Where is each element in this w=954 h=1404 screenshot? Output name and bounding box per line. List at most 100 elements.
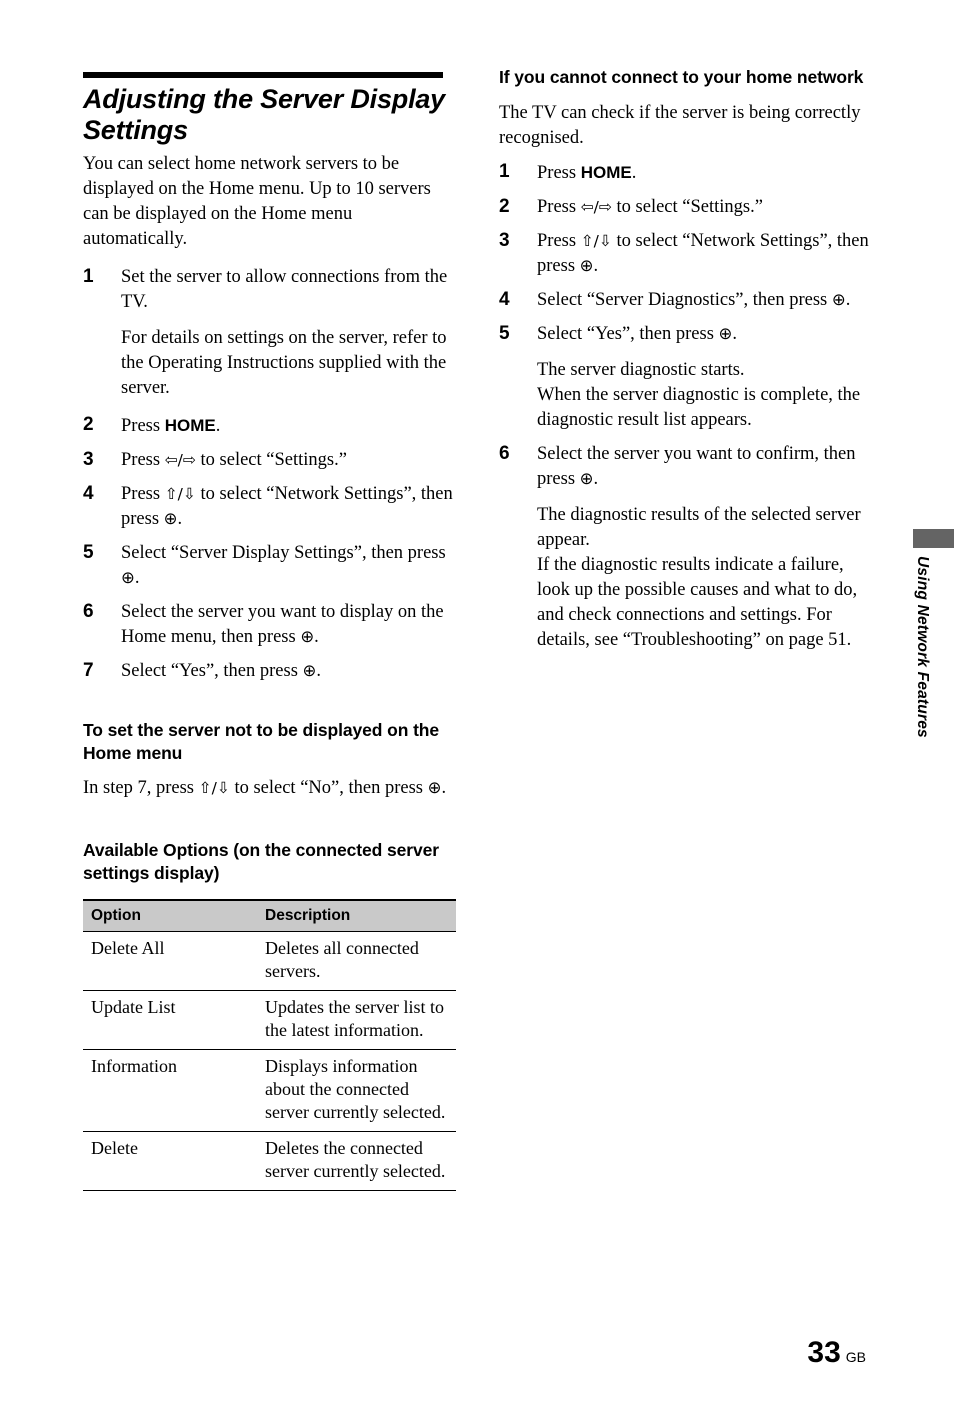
step-sub-text: The server diagnostic starts. When the s… [537,360,861,430]
step-text: Press ⇦/⇨ to select “Settings.” [537,195,872,220]
step-prefix: Press [121,450,165,470]
step-number: 3 [83,449,94,470]
list-item: 3 Press ⇧/⇩ to select “Network Settings”… [499,229,872,279]
page-number: 33 [807,1336,841,1369]
step-main-text: Set the server to allow connections from… [121,267,448,312]
cell-description: Deletes all connected servers. [257,931,456,991]
list-item: 3 Press ⇦/⇨ to select “Settings.” [83,448,456,473]
enter-circle-plus-icon: ⊕ [163,509,178,528]
table-row: Information Displays information about t… [83,1049,456,1132]
step-number: 2 [499,196,510,217]
subheading-not-displayed: To set the server not to be displayed on… [83,720,440,763]
step-suffix: to select “Settings.” [611,197,763,217]
step-number: 1 [499,161,510,182]
side-tab-marker [913,529,954,548]
step-text: Select the server you want to display on… [121,600,456,650]
not-displayed-paragraph: In step 7, press ⇧/⇩ to select “No”, the… [83,776,456,801]
cell-option: Information [83,1049,257,1132]
cell-description: Displays information about the connected… [257,1049,456,1132]
step-suffix: . [316,661,321,681]
step-prefix: Press [537,163,581,183]
list-item: 6 Select the server you want to display … [83,600,456,650]
step-prefix: Press [537,197,581,217]
step-text: Select “Yes”, then press ⊕. [121,659,456,684]
step-text: Select “Server Diagnostics”, then press … [537,288,872,313]
list-item: 2 Press ⇦/⇨ to select “Settings.” [499,195,872,220]
step-text: Press ⇦/⇨ to select “Settings.” [121,448,456,473]
table-header-row: Option Description [83,899,456,932]
cell-option: Update List [83,990,257,1050]
column-header-description: Description [257,899,456,932]
section-rule [83,72,443,78]
step-text: Select “Server Display Settings”, then p… [121,541,456,591]
home-button-label: HOME [164,416,216,435]
side-tab-label: Using Network Features [914,556,931,738]
step-prefix: Select “Yes”, then press [121,661,303,681]
list-item: 2 Press HOME. [83,413,456,439]
column-header-option: Option [83,899,257,932]
enter-circle-plus-icon: ⊕ [121,568,135,587]
step-prefix: Select “Yes”, then press [537,324,719,344]
step-prefix: Select the server you want to display on… [121,602,444,647]
step-suffix: . [845,290,851,310]
up-down-arrow-icon: ⇧/⇩ [198,779,230,797]
step-suffix: to select “Settings.” [195,450,347,470]
cell-option: Delete All [83,931,257,991]
paragraph-mid: to select “No”, then press [229,778,428,798]
step-prefix: Select “Server Display Settings”, then p… [121,543,446,563]
step-text: Select “Yes”, then press ⊕. The server d… [537,322,872,433]
step-suffix: . [593,469,599,489]
step-number: 6 [83,601,94,622]
enter-circle-plus-icon: ⊕ [427,778,442,797]
list-item: 5 Select “Yes”, then press ⊕. The server… [499,322,872,433]
step-text: Press ⇧/⇩ to select “Network Settings”, … [121,482,456,532]
left-right-arrow-icon: ⇦/⇨ [164,451,196,469]
table-row: Delete Deletes the connected server curr… [83,1131,456,1191]
step-sub-text: The diagnostic results of the selected s… [537,505,861,650]
enter-circle-plus-icon: ⊕ [579,256,594,275]
cell-description: Updates the server list to the latest in… [257,990,456,1050]
enter-circle-plus-icon: ⊕ [579,469,594,488]
step-number: 7 [83,660,94,681]
cell-option: Delete [83,1131,257,1191]
page-title: Adjusting the Server Display Settings [83,84,445,145]
step-prefix: Press [121,484,165,504]
step-suffix: . [215,416,221,436]
step-suffix: . [177,509,183,529]
list-item: 4 Select “Server Diagnostics”, then pres… [499,288,872,313]
step-text: Press HOME. [537,160,872,186]
enter-circle-plus-icon: ⊕ [302,661,317,680]
step-text: Set the server to allow connections from… [121,265,456,401]
step-sub-text: For details on settings on the server, r… [121,328,447,398]
step-text: Select the server you want to confirm, t… [537,442,872,653]
enter-circle-plus-icon: ⊕ [300,627,315,646]
enter-circle-plus-icon: ⊕ [718,324,733,343]
step-number: 4 [83,483,94,504]
manual-page: Adjusting the Server Display Settings Yo… [0,0,954,1404]
enter-circle-plus-icon: ⊕ [831,290,846,309]
step-number: 6 [499,443,510,464]
step-number: 5 [499,323,510,344]
page-footer: 33 GB [807,1338,866,1368]
step-suffix: . [134,568,140,588]
available-options-table: Option Description Delete All Deletes al… [83,899,456,1191]
right-column: If you cannot connect to your home netwo… [499,66,872,653]
home-button-label: HOME [580,163,632,182]
table-row: Update List Updates the server list to t… [83,990,456,1050]
left-column: You can select home network servers to b… [83,152,456,1191]
step-number: 5 [83,542,94,563]
list-item: 1 Press HOME. [499,160,872,186]
step-suffix: . [631,163,637,183]
step-suffix: . [593,256,599,276]
subheading-available-options: Available Options (on the connected serv… [83,840,439,883]
up-down-arrow-icon: ⇧/⇩ [164,485,196,503]
list-item: 4 Press ⇧/⇩ to select “Network Settings”… [83,482,456,532]
left-steps-list: 1 Set the server to allow connections fr… [83,265,456,684]
subheading-cannot-connect: If you cannot connect to your home netwo… [499,67,864,87]
paragraph-prefix: In step 7, press [83,778,199,798]
right-intro-paragraph: The TV can check if the server is being … [499,103,861,148]
step-suffix: . [732,324,737,344]
left-right-arrow-icon: ⇦/⇨ [580,198,612,216]
step-number: 1 [83,266,94,287]
step-prefix: Press [537,231,581,251]
